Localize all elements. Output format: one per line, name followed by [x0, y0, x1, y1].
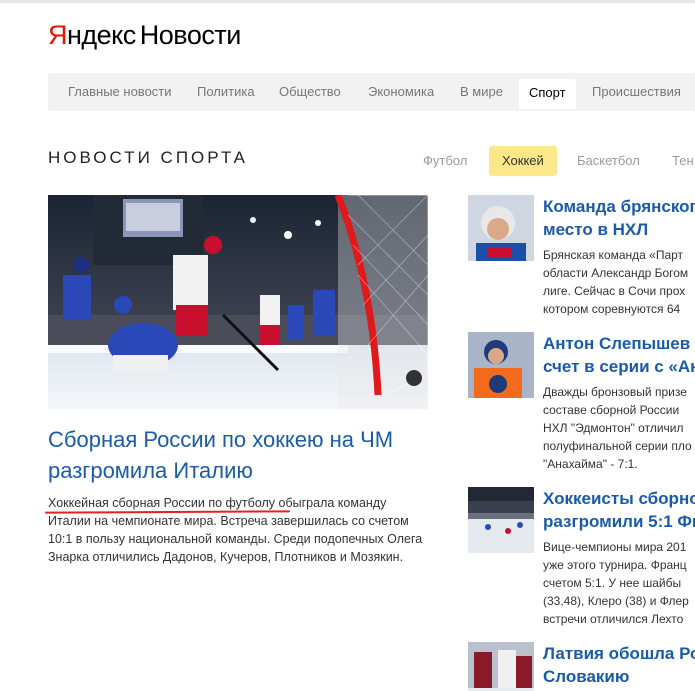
side-story-3-title[interactable]: Хоккеисты сборно разгромили 5:1 Фи	[543, 487, 695, 533]
nav-item-society[interactable]: Общество	[279, 73, 341, 111]
side-story-1-thumbnail[interactable]	[468, 195, 534, 261]
side-story-4-thumbnail[interactable]	[468, 642, 534, 691]
main-story-text: Хоккейная сборная России по футболу обыг…	[48, 494, 428, 566]
side-story-3-text: Вице-чемпионы мира 201 уже этого турнира.…	[543, 540, 689, 626]
logo-brand: Яндекс	[48, 20, 136, 50]
side-story-1-title[interactable]: Команда брянског место в НХЛ	[543, 195, 695, 241]
main-nav: Главные новости Политика Общество Эконом…	[48, 73, 695, 111]
nav-item-incidents[interactable]: Происшествия	[592, 73, 681, 111]
top-border	[0, 0, 695, 3]
nav-item-main-news[interactable]: Главные новости	[68, 73, 172, 111]
main-story-title[interactable]: Сборная России по хоккею на ЧМ разгромил…	[48, 424, 428, 486]
nav-item-sport[interactable]: Спорт	[519, 79, 576, 109]
tab-basketball[interactable]: Баскетбол	[577, 146, 640, 176]
tab-hockey[interactable]: Хоккей	[489, 146, 557, 176]
logo-product: Новости	[139, 20, 242, 50]
main-story-text-lead: Хоккейная сборная России по футболу	[48, 496, 276, 510]
side-story-1-text: Брянская команда «Парт области Александр …	[543, 248, 689, 316]
tab-tennis[interactable]: Тен	[672, 146, 694, 176]
nav-item-politics[interactable]: Политика	[197, 73, 255, 111]
hockey-players-thumbnail	[468, 642, 534, 691]
hockey-player-thumbnail-1	[468, 195, 534, 261]
side-story-2-thumbnail[interactable]	[468, 332, 534, 398]
hockey-arena-thumbnail	[468, 487, 534, 553]
side-story-2-title[interactable]: Антон Слепышев п счет в серии с «Ан	[543, 332, 695, 378]
hockey-game-photo	[48, 195, 428, 409]
hockey-player-thumbnail-2	[468, 332, 534, 398]
tab-football[interactable]: Футбол	[423, 146, 467, 176]
nav-item-world[interactable]: В мире	[460, 73, 503, 111]
side-story-4-title[interactable]: Латвия обошла Ро Словакию	[543, 642, 695, 688]
nav-item-economy[interactable]: Экономика	[368, 73, 434, 111]
yandex-news-logo[interactable]: Яндекс Новости	[48, 20, 241, 51]
section-title: НОВОСТИ СПОРТА	[48, 148, 248, 167]
side-story-3-thumbnail[interactable]	[468, 487, 534, 553]
main-story-image[interactable]	[48, 195, 428, 409]
side-story-2-text: Дважды бронзовый призе составе сборной Ро…	[543, 385, 692, 471]
